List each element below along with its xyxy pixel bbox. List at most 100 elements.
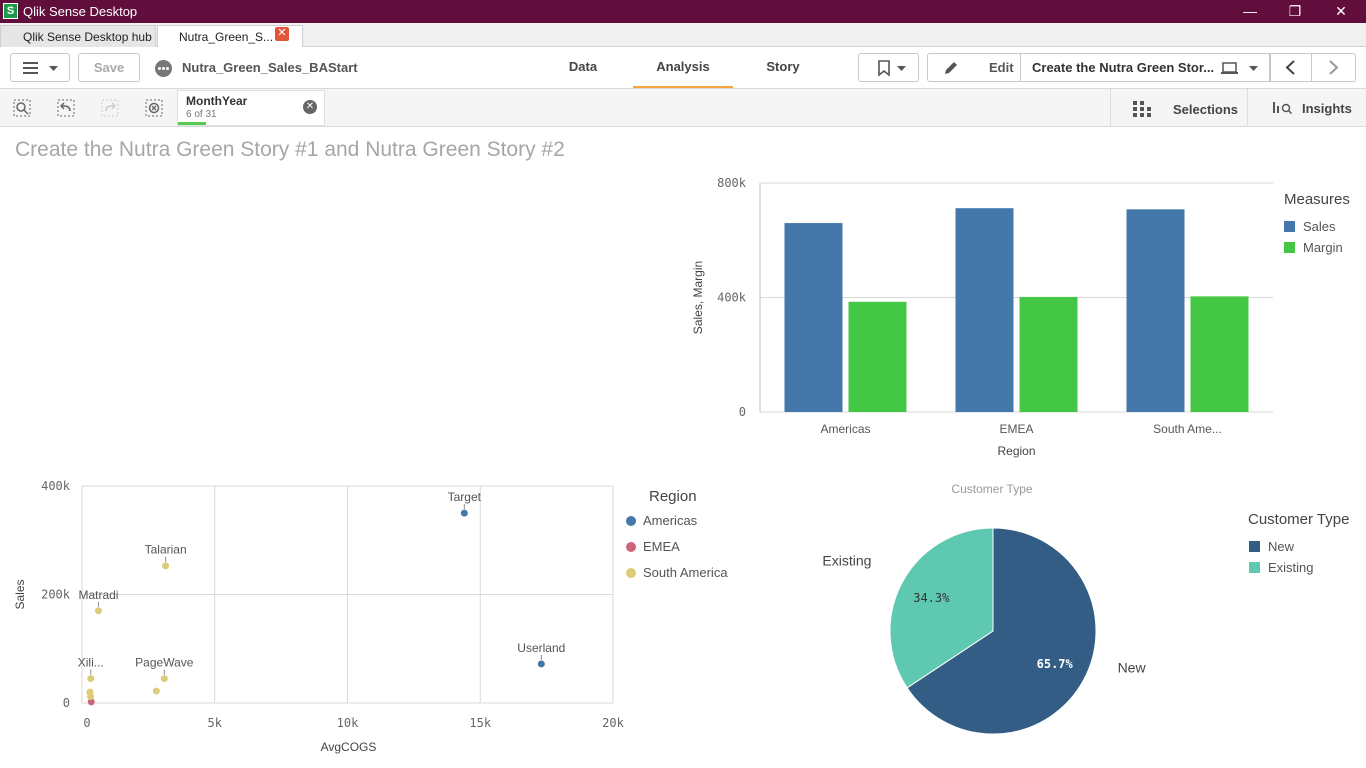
legend-swatch	[1249, 541, 1260, 552]
edit-label: Edit	[989, 60, 1014, 75]
app-name: Nutra_Green_Sales_BAStart	[182, 60, 358, 75]
point-label: PageWave	[135, 656, 194, 670]
selection-ratio-bar	[178, 122, 206, 125]
legend-item: South America	[643, 565, 728, 580]
legend-swatch	[626, 516, 636, 526]
smart-search-icon[interactable]	[12, 98, 32, 118]
qlik-app-icon: S	[3, 3, 18, 19]
bar-sales	[784, 223, 843, 412]
right-panel-buttons: Selections Insights	[1110, 89, 1366, 127]
pencil-icon	[945, 62, 957, 74]
scatter-point-south-america	[86, 692, 94, 700]
close-window-button[interactable]: ✕	[1318, 0, 1364, 23]
sheet-selector[interactable]: Create the Nutra Green Stor...	[1020, 53, 1270, 82]
selection-count: 6 of 31	[186, 109, 217, 120]
legend-item: Existing	[1268, 560, 1314, 575]
tab-close-icon[interactable]: ✕	[275, 27, 289, 41]
clear-field-icon[interactable]: ✕	[303, 100, 317, 114]
tab-app-label: Nutra_Green_S...	[179, 30, 274, 44]
step-back-icon[interactable]	[56, 98, 76, 118]
y-axis-title: Sales	[13, 579, 27, 609]
nav-data[interactable]: Data	[548, 47, 618, 88]
point-label: Target	[448, 490, 482, 504]
x-tick-label: 20k	[602, 716, 624, 730]
legend-swatch	[626, 542, 636, 552]
minimize-button[interactable]: —	[1227, 0, 1273, 23]
legend-item: EMEA	[643, 539, 680, 554]
bookmark-icon	[878, 60, 906, 77]
save-button[interactable]: Save	[78, 53, 140, 82]
chart-title: Customer Type	[951, 482, 1032, 496]
y-tick-label: 400k	[717, 291, 747, 305]
scatter-point-south-america	[152, 687, 160, 695]
insights-icon	[1273, 102, 1293, 115]
bar-sales	[955, 208, 1014, 412]
point-label: Userland	[517, 641, 565, 655]
restore-button[interactable]: ❐	[1272, 0, 1318, 23]
toolbar: Save Nutra_Green_Sales_BAStart Data Anal…	[0, 47, 1366, 89]
y-tick-label: 0	[63, 696, 70, 710]
insights-button[interactable]: Insights	[1249, 89, 1366, 127]
y-tick-label: 0	[739, 405, 746, 419]
bar-margin	[848, 301, 907, 412]
bar-margin	[1019, 296, 1078, 412]
bookmarks-button[interactable]	[858, 53, 919, 82]
chevron-right-icon	[1329, 60, 1339, 75]
nav-analysis[interactable]: Analysis	[633, 47, 733, 88]
x-tick-label: Americas	[820, 422, 870, 436]
insights-label: Insights	[1302, 101, 1352, 116]
selections-label: Selections	[1173, 102, 1239, 117]
x-tick-label: 10k	[337, 716, 359, 730]
selection-field: MonthYear	[186, 94, 248, 108]
edit-button[interactable]: Edit	[927, 53, 1021, 82]
legend-swatch	[1284, 242, 1295, 253]
scatter-point-south-america	[162, 562, 170, 570]
scatter-point-americas	[537, 660, 545, 668]
y-tick-label: 800k	[717, 176, 747, 190]
nav-story[interactable]: Story	[748, 47, 818, 88]
slice-percent-label: 65.7%	[1037, 657, 1074, 671]
chevron-left-icon	[1285, 60, 1295, 75]
legend-swatch	[1284, 221, 1295, 232]
y-tick-label: 200k	[41, 588, 71, 602]
next-sheet-button[interactable]	[1311, 53, 1356, 82]
app-options-icon[interactable]	[155, 60, 172, 77]
legend-swatch	[626, 568, 636, 578]
slice-name-label: New	[1118, 659, 1147, 675]
point-label: Matradi	[78, 588, 118, 602]
window-title-bar: S Qlik Sense Desktop — ❐ ✕	[0, 0, 1366, 23]
slice-name-label: Existing	[822, 553, 871, 569]
slice-percent-label: 34.3%	[913, 591, 950, 605]
sheet-name: Create the Nutra Green Stor...	[1032, 60, 1215, 75]
x-tick-label: South Ame...	[1153, 422, 1222, 436]
x-axis-title: AvgCOGS	[321, 740, 377, 754]
window-title: Qlik Sense Desktop	[23, 4, 138, 19]
sheet-title: Create the Nutra Green Story #1 and Nutr…	[15, 138, 565, 161]
global-menu-button[interactable]	[10, 53, 70, 82]
scatter-point-south-america	[87, 675, 95, 683]
point-label: Xili...	[78, 656, 104, 670]
legend-title: Region	[649, 488, 697, 505]
tab-strip: Qlik Sense Desktop hub Nutra_Green_S... …	[0, 23, 1366, 47]
selections-grid-icon	[1133, 101, 1151, 117]
x-tick-label: EMEA	[999, 422, 1033, 436]
legend-swatch	[1249, 562, 1260, 573]
step-forward-icon[interactable]	[100, 98, 120, 118]
bar-sales	[1126, 209, 1185, 412]
tab-hub[interactable]: Qlik Sense Desktop hub	[0, 25, 156, 47]
clear-selections-icon[interactable]	[144, 98, 164, 118]
scatter-chart-sales-cogs[interactable]: 0 5k 10k 15k 20k 400k 200k 0 AvgCOGS Sales Target U…	[0, 478, 760, 763]
x-tick-label: 5k	[208, 716, 223, 730]
x-axis-title: Region	[997, 444, 1035, 458]
y-tick-label: 400k	[41, 479, 71, 493]
pie-chart-customer-type[interactable]: Customer Type 65.7% New 34.3% Existing Custom…	[770, 478, 1366, 763]
legend-title: Customer Type	[1248, 511, 1349, 528]
sheet-navigator-icon	[1221, 62, 1258, 74]
scatter-point-south-america	[94, 607, 102, 615]
selections-button[interactable]: Selections	[1111, 89, 1248, 127]
previous-sheet-button[interactable]	[1270, 53, 1312, 82]
legend-item: Americas	[643, 513, 698, 528]
bar-chart-sales-margin[interactable]: 800k 400k 0 Americas EMEA South Ame... Region S…	[680, 170, 1366, 470]
scatter-point-south-america	[160, 675, 168, 683]
selection-chip-monthyear[interactable]: MonthYear 6 of 31 ✕	[177, 90, 325, 126]
